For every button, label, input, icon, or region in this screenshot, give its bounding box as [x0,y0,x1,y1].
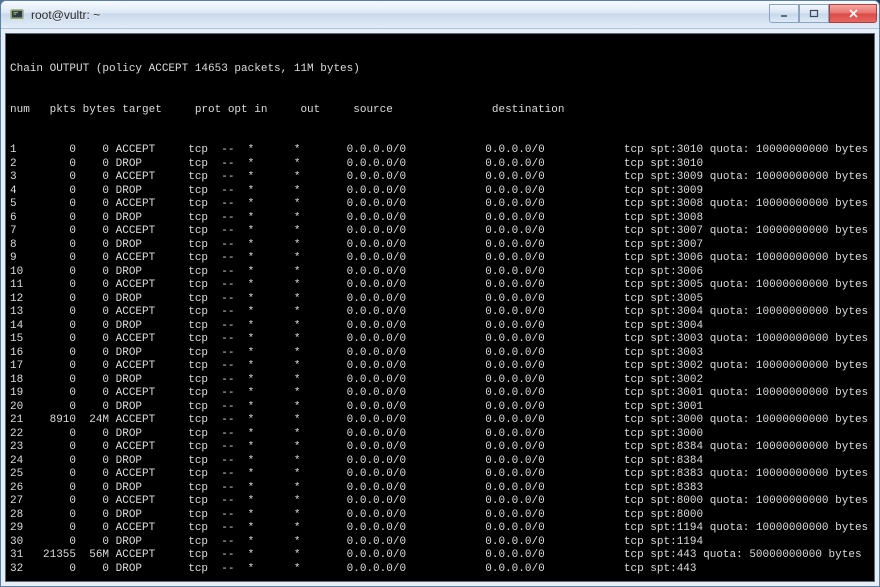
iptables-rule-row: 16 0 0 DROP tcp -- * * 0.0.0.0/0 0.0.0.0… [10,347,870,361]
window-controls [769,4,877,23]
chain-output-header: Chain OUTPUT (policy ACCEPT 14653 packet… [10,63,870,77]
iptables-rule-row: 19 0 0 ACCEPT tcp -- * * 0.0.0.0/0 0.0.0… [10,387,870,401]
close-button[interactable] [829,4,877,23]
iptables-rule-row: 10 0 0 DROP tcp -- * * 0.0.0.0/0 0.0.0.0… [10,266,870,280]
iptables-rule-row: 21 8910 24M ACCEPT tcp -- * * 0.0.0.0/0 … [10,414,870,428]
maximize-button[interactable] [799,4,829,23]
iptables-rule-row: 13 0 0 ACCEPT tcp -- * * 0.0.0.0/0 0.0.0… [10,306,870,320]
iptables-rule-row: 8 0 0 DROP tcp -- * * 0.0.0.0/0 0.0.0.0/… [10,239,870,253]
app-icon [9,7,25,23]
column-header: num pkts bytes target prot opt in out so… [10,104,870,118]
iptables-rule-row: 9 0 0 ACCEPT tcp -- * * 0.0.0.0/0 0.0.0.… [10,252,870,266]
iptables-rule-row: 32 0 0 DROP tcp -- * * 0.0.0.0/0 0.0.0.0… [10,563,870,577]
iptables-rule-row: 12 0 0 DROP tcp -- * * 0.0.0.0/0 0.0.0.0… [10,293,870,307]
iptables-rule-row: 17 0 0 ACCEPT tcp -- * * 0.0.0.0/0 0.0.0… [10,360,870,374]
iptables-rule-row: 4 0 0 DROP tcp -- * * 0.0.0.0/0 0.0.0.0/… [10,185,870,199]
iptables-rule-row: 31 21355 56M ACCEPT tcp -- * * 0.0.0.0/0… [10,549,870,563]
iptables-rule-row: 25 0 0 ACCEPT tcp -- * * 0.0.0.0/0 0.0.0… [10,468,870,482]
iptables-rule-row: 27 0 0 ACCEPT tcp -- * * 0.0.0.0/0 0.0.0… [10,495,870,509]
iptables-rule-row: 3 0 0 ACCEPT tcp -- * * 0.0.0.0/0 0.0.0.… [10,171,870,185]
iptables-rule-row: 23 0 0 ACCEPT tcp -- * * 0.0.0.0/0 0.0.0… [10,441,870,455]
iptables-rule-row: 15 0 0 ACCEPT tcp -- * * 0.0.0.0/0 0.0.0… [10,333,870,347]
terminal-pane[interactable]: Chain OUTPUT (policy ACCEPT 14653 packet… [5,33,875,582]
minimize-button[interactable] [769,4,799,23]
iptables-rule-row: 1 0 0 ACCEPT tcp -- * * 0.0.0.0/0 0.0.0.… [10,144,870,158]
iptables-rule-row: 24 0 0 DROP tcp -- * * 0.0.0.0/0 0.0.0.0… [10,455,870,469]
iptables-rules: 1 0 0 ACCEPT tcp -- * * 0.0.0.0/0 0.0.0.… [10,144,870,576]
iptables-rule-row: 29 0 0 ACCEPT tcp -- * * 0.0.0.0/0 0.0.0… [10,522,870,536]
iptables-rule-row: 18 0 0 DROP tcp -- * * 0.0.0.0/0 0.0.0.0… [10,374,870,388]
iptables-rule-row: 26 0 0 DROP tcp -- * * 0.0.0.0/0 0.0.0.0… [10,482,870,496]
iptables-rule-row: 22 0 0 DROP tcp -- * * 0.0.0.0/0 0.0.0.0… [10,428,870,442]
iptables-rule-row: 5 0 0 ACCEPT tcp -- * * 0.0.0.0/0 0.0.0.… [10,198,870,212]
iptables-rule-row: 14 0 0 DROP tcp -- * * 0.0.0.0/0 0.0.0.0… [10,320,870,334]
iptables-rule-row: 20 0 0 DROP tcp -- * * 0.0.0.0/0 0.0.0.0… [10,401,870,415]
iptables-rule-row: 11 0 0 ACCEPT tcp -- * * 0.0.0.0/0 0.0.0… [10,279,870,293]
iptables-rule-row: 7 0 0 ACCEPT tcp -- * * 0.0.0.0/0 0.0.0.… [10,225,870,239]
window-title: root@vultr: ~ [31,8,769,22]
iptables-rule-row: 6 0 0 DROP tcp -- * * 0.0.0.0/0 0.0.0.0/… [10,212,870,226]
iptables-rule-row: 2 0 0 DROP tcp -- * * 0.0.0.0/0 0.0.0.0/… [10,158,870,172]
putty-window: root@vultr: ~ Chain OUTPUT (policy ACCEP… [0,0,880,587]
iptables-rule-row: 30 0 0 DROP tcp -- * * 0.0.0.0/0 0.0.0.0… [10,536,870,550]
titlebar[interactable]: root@vultr: ~ [1,1,879,29]
iptables-rule-row: 28 0 0 DROP tcp -- * * 0.0.0.0/0 0.0.0.0… [10,509,870,523]
